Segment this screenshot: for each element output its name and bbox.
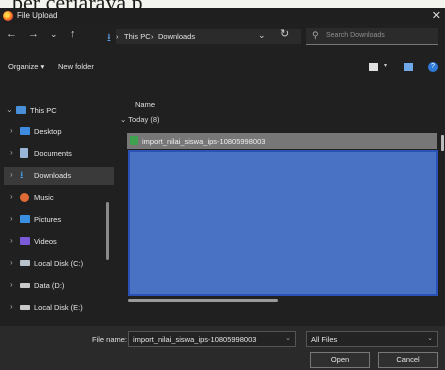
- group-label: Today (8): [128, 115, 160, 124]
- close-icon[interactable]: ✕: [432, 9, 441, 22]
- redaction-overlay: [128, 150, 438, 296]
- desktop-folder-icon: [20, 127, 30, 135]
- videos-icon: [20, 237, 30, 245]
- search-icon: ⚲: [312, 30, 319, 40]
- forward-button[interactable]: →: [28, 28, 39, 40]
- sidebar-item-downloads[interactable]: › ⭳ Downloads: [4, 167, 114, 185]
- sidebar-item-label: Desktop: [34, 127, 62, 136]
- sidebar-item-desktop[interactable]: › Desktop: [4, 123, 114, 141]
- sidebar-item-label: Local Disk (C:): [34, 259, 84, 268]
- chevron-down-icon[interactable]: ⌄: [285, 334, 291, 342]
- monitor-icon: [16, 106, 26, 114]
- sidebar-item-label: Downloads: [34, 171, 72, 180]
- open-button[interactable]: Open: [310, 352, 370, 368]
- breadcrumb-this-pc[interactable]: This PC: [124, 32, 151, 41]
- column-header-name[interactable]: Name: [135, 100, 155, 109]
- file-type-select[interactable]: All Files ⌄: [306, 331, 438, 347]
- new-folder-button[interactable]: New folder: [58, 62, 94, 71]
- chevron-right-icon[interactable]: ›: [10, 280, 13, 289]
- cancel-button[interactable]: Cancel: [378, 352, 438, 368]
- file-upload-dialog: File Upload ✕ ← → ⌄ ↑ ⭳ › This PC › Down…: [0, 8, 445, 370]
- sidebar-item-label: Data (D:): [34, 281, 65, 290]
- chevron-down-icon[interactable]: ⌄: [6, 105, 13, 114]
- firefox-icon: [3, 11, 13, 21]
- sidebar-item-videos[interactable]: › Videos: [4, 233, 114, 251]
- view-options-icon[interactable]: [369, 63, 378, 71]
- sidebar-item-label: Documents: [34, 149, 72, 158]
- sidebar-item-label: Music: [34, 193, 54, 202]
- breadcrumb-sep: ›: [116, 32, 119, 41]
- up-button[interactable]: ↑: [70, 28, 76, 40]
- disk-d-icon: [20, 283, 30, 288]
- footer-bar: File name: import_nilai_siswa_ips-108059…: [0, 326, 445, 370]
- address-bar[interactable]: ⭳ › This PC › Downloads ⌄: [107, 29, 301, 44]
- download-arrow-icon: ⭳: [107, 32, 111, 44]
- documents-icon: [20, 148, 28, 158]
- sidebar-item-label: This PC: [30, 106, 57, 115]
- disk-e-icon: [20, 305, 30, 310]
- back-button[interactable]: ←: [6, 28, 17, 40]
- refresh-icon[interactable]: ↻: [280, 27, 289, 40]
- disk-c-icon: [20, 260, 30, 266]
- chevron-right-icon[interactable]: ›: [10, 302, 13, 311]
- search-input[interactable]: ⚲ Search Downloads: [306, 28, 438, 45]
- chevron-right-icon[interactable]: ›: [10, 192, 13, 201]
- file-name-value: import_nilai_siswa_ips-10805998003: [133, 335, 257, 344]
- sidebar-item-label: Videos: [34, 237, 57, 246]
- search-placeholder: Search Downloads: [326, 32, 385, 39]
- sidebar-item-pictures[interactable]: › Pictures: [4, 211, 114, 229]
- breadcrumb-sep: ›: [151, 32, 154, 41]
- group-header-today[interactable]: ⌄ Today (8): [120, 115, 160, 124]
- command-bar: Organize ▾ New folder ▾ ?: [0, 57, 445, 77]
- preview-pane-icon[interactable]: [404, 63, 413, 71]
- chevron-right-icon[interactable]: ›: [10, 236, 13, 245]
- navigation-pane: ⌄ This PC › Desktop › Documents › ⭳ Down…: [0, 92, 120, 312]
- file-name: import_nilai_siswa_ips-10805998003: [142, 137, 266, 146]
- sidebar-item-music[interactable]: › Music: [4, 189, 114, 207]
- breadcrumb-downloads[interactable]: Downloads: [158, 32, 195, 41]
- file-list: Name ⌄ Today (8) import_nilai_siswa_ips-…: [120, 92, 445, 302]
- recent-locations-button[interactable]: ⌄: [50, 29, 58, 40]
- list-item[interactable]: import_nilai_siswa_ips-10805998003: [127, 133, 437, 149]
- chevron-down-icon[interactable]: ⌄: [427, 334, 433, 342]
- address-dropdown-icon[interactable]: ⌄: [258, 30, 266, 41]
- music-icon: [20, 193, 29, 202]
- pictures-icon: [20, 215, 30, 223]
- chevron-right-icon[interactable]: ›: [10, 126, 13, 135]
- sidebar-item-this-pc[interactable]: ⌄ This PC: [0, 102, 110, 120]
- navigation-bar: ← → ⌄ ↑ ⭳ › This PC › Downloads ⌄ ↻ ⚲ Se…: [0, 24, 445, 48]
- excel-file-icon: [130, 136, 138, 145]
- sidebar-item-local-disk-e[interactable]: › Local Disk (E:): [4, 299, 114, 317]
- window-title: File Upload: [17, 11, 58, 20]
- chevron-right-icon[interactable]: ›: [10, 148, 13, 157]
- sidebar-item-documents[interactable]: › Documents: [4, 145, 114, 163]
- organize-button[interactable]: Organize ▾: [8, 62, 44, 71]
- vertical-scrollbar[interactable]: [441, 135, 444, 151]
- sidebar-item-label: Local Disk (E:): [34, 303, 83, 312]
- title-bar: File Upload ✕: [0, 8, 445, 24]
- file-name-label: File name:: [92, 335, 128, 344]
- downloads-icon: ⭳: [20, 170, 24, 181]
- file-name-input[interactable]: import_nilai_siswa_ips-10805998003 ⌄: [128, 331, 296, 347]
- help-icon[interactable]: ?: [428, 62, 438, 72]
- chevron-right-icon[interactable]: ›: [10, 170, 13, 179]
- file-type-value: All Files: [311, 335, 338, 344]
- chevron-right-icon[interactable]: ›: [10, 258, 13, 267]
- sidebar-item-data-d[interactable]: › Data (D:): [4, 277, 114, 295]
- sidebar-item-local-disk-c[interactable]: › Local Disk (C:): [4, 255, 114, 273]
- chevron-down-icon[interactable]: ▾: [384, 62, 387, 69]
- chevron-right-icon[interactable]: ›: [10, 214, 13, 223]
- sidebar-item-label: Pictures: [34, 215, 62, 224]
- horizontal-scrollbar[interactable]: [128, 299, 278, 302]
- chevron-down-icon: ⌄: [120, 115, 127, 124]
- sidebar-scrollbar[interactable]: [106, 202, 109, 260]
